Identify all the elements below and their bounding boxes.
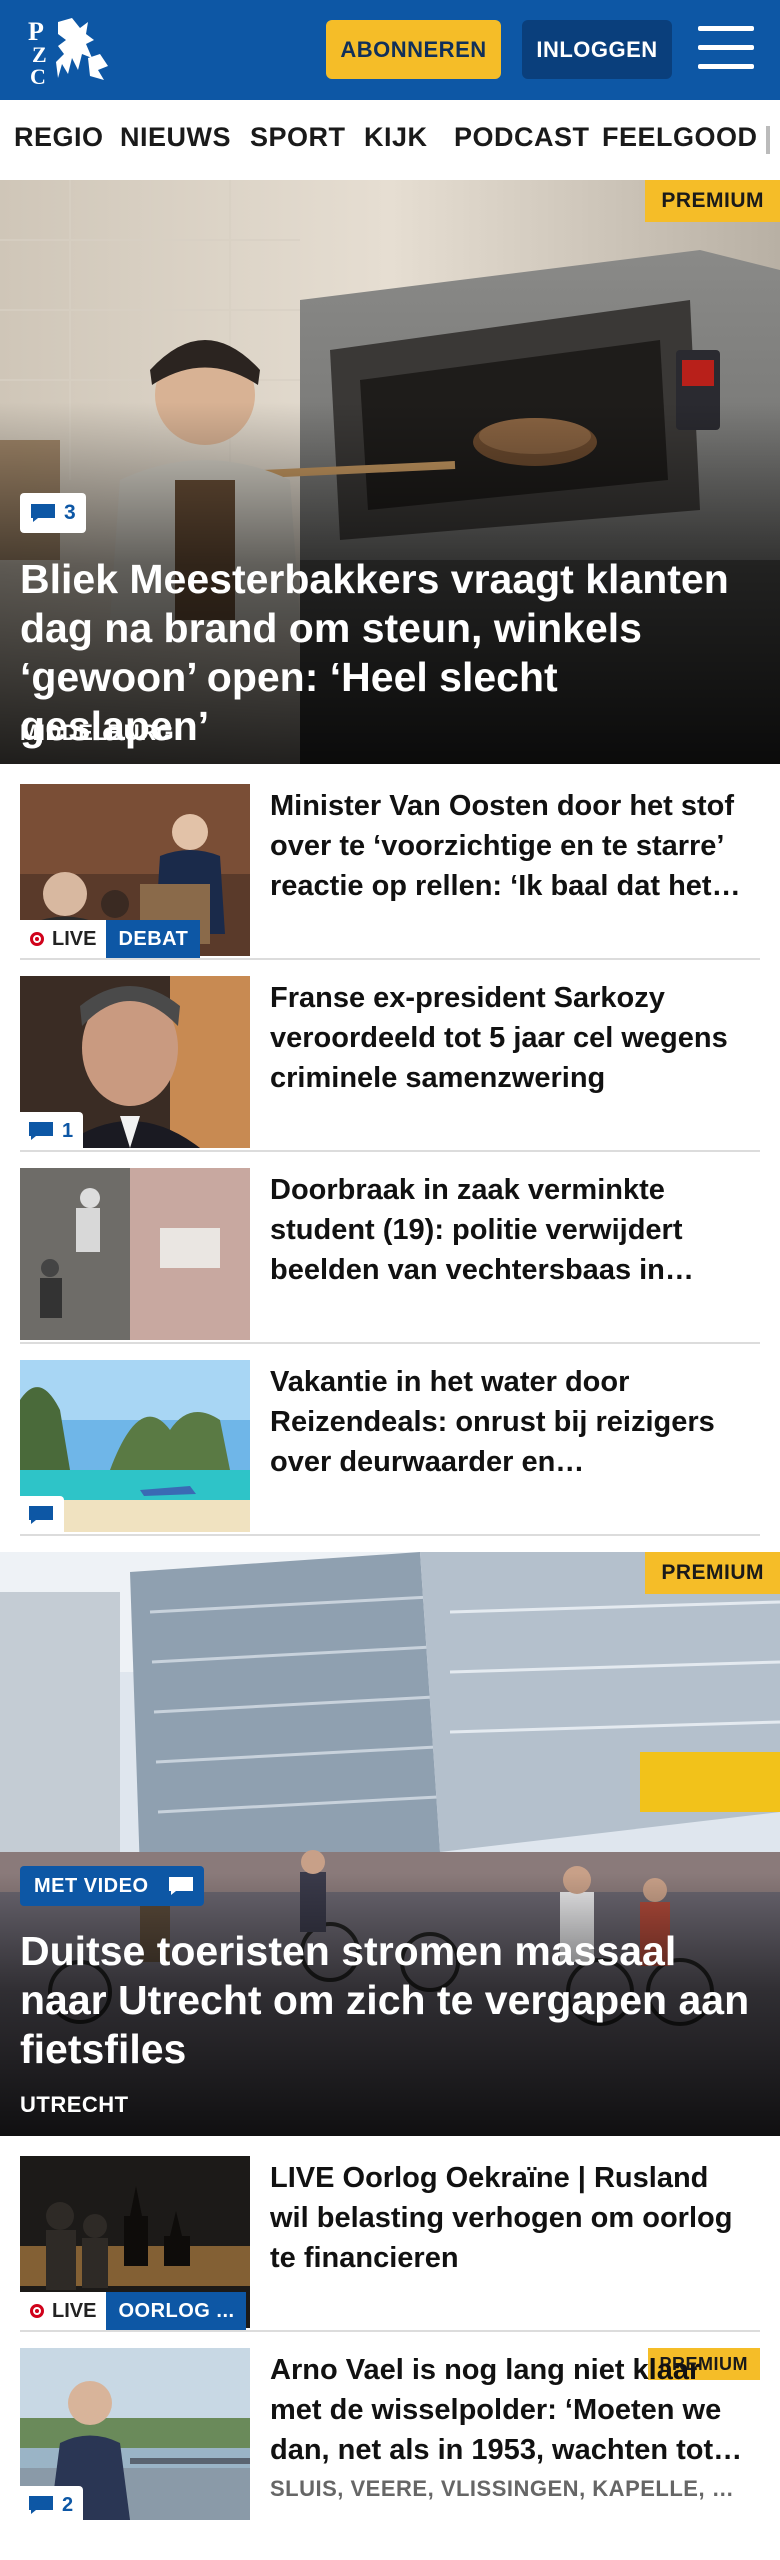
article-location: SLUIS, VEERE, VLISSINGEN, KAPELLE, GOES (270, 2476, 750, 2501)
article-headline[interactable]: Doorbraak in zaak verminkte student (19)… (270, 1170, 750, 1290)
nav-item-podcast[interactable]: PODCAST (454, 122, 590, 153)
svg-text:C: C (30, 64, 46, 86)
menu-icon[interactable] (698, 26, 754, 72)
comment-count-value: 3 (64, 501, 76, 524)
comment-count-value: 1 (62, 1119, 74, 1142)
live-category: OORLOG ... (106, 2292, 247, 2330)
article-headline[interactable]: Arno Vael is nog lang niet klaar met de … (270, 2350, 750, 2470)
nav-overflow-indicator (766, 126, 770, 154)
comment-icon (169, 1877, 193, 1895)
article-headline[interactable]: Minister Van Oosten door het stof over t… (270, 786, 750, 906)
comment-icon (31, 504, 55, 522)
live-label: LIVE (52, 2299, 97, 2322)
nav-item-feelgood[interactable]: FEELGOOD (602, 122, 758, 153)
comment-count[interactable] (20, 1496, 64, 1534)
live-indicator-icon (30, 932, 44, 946)
subscribe-button[interactable]: ABONNEREN (326, 20, 501, 79)
hero-article-utrecht[interactable]: PREMIUM MET VIDEO Duitse toeristen strom… (0, 1552, 780, 2136)
live-category: DEBAT (106, 920, 201, 958)
login-button[interactable]: INLOGGEN (522, 20, 672, 79)
list-item[interactable]: Doorbraak in zaak verminkte student (19)… (20, 1168, 760, 1344)
premium-badge: PREMIUM (645, 1552, 780, 1594)
thumbnail (20, 1168, 250, 1340)
comment-count-value: 2 (62, 2493, 74, 2516)
list-item[interactable]: Vakantie in het water door Reizendeals: … (20, 1360, 760, 1536)
article-headline[interactable]: Franse ex-president Sarkozy veroordeeld … (270, 978, 750, 1098)
live-label: LIVE (52, 927, 97, 950)
live-badge: LIVE DEBAT (20, 920, 201, 958)
article-headline[interactable]: Vakantie in het water door Reizendeals: … (270, 1362, 750, 1482)
pzc-logo[interactable]: P Z C (28, 14, 112, 86)
list-item[interactable]: LIVE DEBAT Minister Van Oosten door het … (20, 784, 760, 960)
premium-badge: PREMIUM (645, 180, 780, 222)
live-badge: LIVE OORLOG ... (20, 2292, 247, 2330)
list-item[interactable]: LIVE OORLOG ... LIVE Oorlog Oekraïne | R… (20, 2156, 760, 2332)
list-item[interactable]: 1 Franse ex-president Sarkozy veroordeel… (20, 976, 760, 1152)
hero-location: MIDDELBURG (20, 720, 175, 745)
comment-icon (29, 1122, 53, 1140)
nav-item-kijk[interactable]: KIJK (364, 122, 428, 153)
live-indicator-icon (30, 2304, 44, 2318)
nav-item-sport[interactable]: SPORT (250, 122, 346, 153)
article-headline[interactable]: LIVE Oorlog Oekraïne | Rusland wil belas… (270, 2158, 750, 2278)
video-badge: MET VIDEO (20, 1866, 163, 1906)
comment-icon (29, 2496, 53, 2514)
comment-count[interactable]: 2 (20, 2486, 84, 2524)
hero-article-bakery[interactable]: PREMIUM 3 Bliek Meesterbakkers vraagt kl… (0, 180, 780, 764)
list-item[interactable]: PREMIUM 2 Arno Vael is nog lang niet kla… (20, 2348, 760, 2524)
comment-count[interactable]: 3 (20, 493, 86, 533)
nav-item-nieuws[interactable]: NIEUWS (120, 122, 231, 153)
nav-item-regio[interactable]: REGIO (14, 122, 104, 153)
comment-icon (29, 1506, 53, 1524)
comment-count[interactable]: 1 (20, 1112, 84, 1150)
section-nav: REGIO NIEUWS SPORT KIJK PODCAST FEELGOOD (0, 100, 780, 180)
top-bar: P Z C ABONNEREN INLOGGEN (0, 0, 780, 100)
thumbnail-image-student (20, 1168, 250, 1340)
hero-location: UTRECHT (20, 2092, 129, 2117)
hero-headline[interactable]: Duitse toeristen stromen massaal naar Ut… (20, 1927, 750, 2074)
comment-count[interactable] (158, 1866, 204, 1906)
